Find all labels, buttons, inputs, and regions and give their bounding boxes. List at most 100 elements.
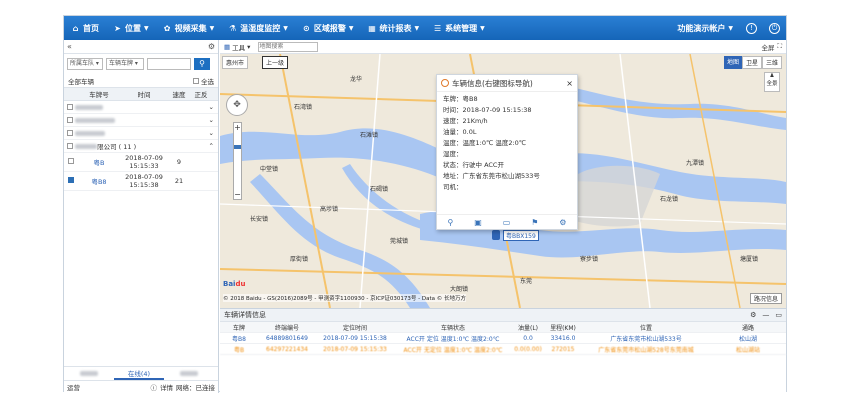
vehicle-info-popup: 车辆信息(右键图标导航) × 车牌：粤B8 时间：2018-07-09 15:1… [436,74,578,230]
row-time: 2018-07-09 15:15:33 [120,154,168,170]
collapse-icon[interactable]: « [67,42,72,51]
cell-time: 2018-07-09 15:15:38 [323,334,387,342]
table-row[interactable]: 粤B 64297221434 2018-07-09 15:15:33 ACC开 … [220,344,786,355]
chevron-down-icon: ▼ [144,24,149,32]
chevron-up-icon[interactable]: ⌃ [209,142,214,150]
vehicle-marker-label[interactable]: 粤BBX159 [503,230,539,241]
header-terminal: 终端编号 [274,324,299,332]
group-checkbox[interactable] [67,143,73,149]
home-icon: ⌂ [72,23,79,33]
company-group-row[interactable]: 限公司 ( 11 ) ⌃ [64,140,218,153]
nav-region-label: 区域报警 [313,23,346,33]
video-icon[interactable]: ▣ [474,218,482,227]
all-vehicles-label: 全部车辆 [68,77,94,86]
nav-temperature[interactable]: ⚗ 温湿度监控 ▼ [221,16,295,40]
flag-icon[interactable]: ⚑ [531,218,538,227]
chevron-down-icon[interactable]: ⌄ [209,103,214,111]
settings-icon: ☰ [434,23,442,33]
group-row[interactable]: ⌄ [64,114,218,127]
nav-reports-label: 统计报表 [379,23,412,33]
vehicle-marker-icon[interactable] [492,230,500,240]
table-row[interactable]: 粤B8 2018-07-09 15:15:38 21 [64,172,218,191]
city-tab[interactable]: 惠州市 [222,56,249,69]
location-icon: ➤ [114,23,121,33]
tab-3d[interactable]: 三维 [761,56,782,69]
popup-address: 地址：广东省东莞市松山湖533号 [443,171,540,180]
status-bar: 运营 ⓘ 详情 网络：已连接 [64,380,218,393]
group-row[interactable]: ⌄ [64,127,218,140]
status-detail[interactable]: 详情 [160,382,173,392]
tab-satellite[interactable]: 卫星 [741,56,762,69]
top-nav: ⌂ 首页 ➤ 位置 ▼ ✿ 视频采集 ▼ ⚗ 温湿度监控 ▼ ⊙ 区域报警 ▼ ▦ 统计报表 ▼ ☰ 系… [64,16,786,40]
nav-location[interactable]: ➤ 位置 ▼ [106,16,156,40]
group-checkbox[interactable] [67,130,73,136]
group-checkbox[interactable] [67,117,73,123]
place-label: 龙华 [350,76,363,83]
fleet-select[interactable]: 所属车队 ▾ [67,58,103,70]
search-button[interactable]: ⚲ [194,58,210,70]
row-speed: 21 [174,177,184,185]
table-row[interactable]: 粤B 2018-07-09 15:15:33 9 [64,153,218,172]
nav-reports[interactable]: ▦ 统计报表 ▼ [361,16,427,40]
nav-system-label: 系统管理 [445,23,478,33]
minimize-icon[interactable]: — [762,311,769,319]
cell-mileage: 272015 [551,345,575,353]
traffic-info-button[interactable]: 路况信息 [749,293,782,304]
zoom-handle[interactable] [234,145,241,149]
power-icon[interactable]: ⏻ [769,22,780,34]
pin-icon[interactable]: ⚲ [447,218,453,227]
nav-region-alarm[interactable]: ⊙ 区域报警 ▼ [295,16,361,40]
panel-header: « ⚙ [64,40,218,54]
panorama-button[interactable]: ♟ 全景 [764,72,780,92]
plate-select[interactable]: 车辆车牌 ▾ [106,58,144,70]
fullscreen-button[interactable]: 全屏 [761,42,774,52]
maximize-icon[interactable]: ▭ [775,311,782,319]
pan-control[interactable]: ✥ [226,94,248,116]
redacted-text [80,370,98,376]
tab-map[interactable]: 地图 [723,56,742,69]
cell-plate: 粤B8 [232,335,246,343]
row-checkbox[interactable] [68,177,74,183]
tab-offline[interactable] [164,370,214,378]
select-all-checkbox[interactable] [192,77,199,84]
group-checkbox[interactable] [67,104,73,110]
gear-icon[interactable]: ⚙ [750,311,756,319]
nav-system[interactable]: ☰ 系统管理 ▼ [426,16,492,40]
shield-icon[interactable]: ! [746,22,757,34]
playback-icon[interactable]: ▭ [503,218,511,227]
gear-icon[interactable]: ⚙ [208,42,215,51]
nav-video[interactable]: ✿ 视频采集 ▼ [156,16,222,40]
map-search-input[interactable] [258,41,319,52]
tab-all[interactable] [64,370,114,378]
group-row[interactable]: ⌄ [64,101,218,114]
map-canvas[interactable]: 惠州市 上一级 地图 卫星 三维 ♟ 全景 ✥ + − 石湾镇 龙华 石滩镇 九潭… [220,54,786,308]
nav-temperature-label: 温湿度监控 [240,23,281,33]
cell-mileage: 33416.0 [550,334,576,342]
close-icon[interactable]: × [566,79,573,88]
settings-icon[interactable]: ⚙ [559,218,566,227]
zoom-slider[interactable]: + − [233,122,242,200]
search-input[interactable] [147,58,191,70]
header-location: 位置 [639,324,652,332]
table-row[interactable]: 粤B8 64889801649 2018-07-09 15:15:38 ACC开… [220,333,786,344]
popup-status: 状态：行驶中 ACC开 [443,160,504,169]
tab-online[interactable]: 在线(4) [114,368,164,380]
tools-menu[interactable]: 工具 [232,42,245,52]
cell-fuel: 0.0 [523,334,533,342]
header-plate: 车牌 [232,324,245,332]
select-all[interactable]: 全选 [192,76,214,86]
account-menu[interactable]: 功能演示帐户 ▼ [670,16,740,40]
chevron-down-icon[interactable]: ⌄ [209,129,214,137]
header-fuel: 油量(L) [517,324,539,332]
header-speed: 速度 [172,91,186,99]
network-status: 网络：已连接 [176,384,215,392]
row-checkbox[interactable] [68,158,74,164]
nav-home[interactable]: ⌂ 首页 [64,16,106,40]
zoom-out-icon[interactable]: − [234,190,241,199]
panorama-label: 全景 [766,81,778,87]
cell-terminal: 64297221434 [266,345,308,353]
zoom-in-icon[interactable]: + [234,123,241,132]
up-level-tab[interactable]: 上一级 [262,56,289,69]
chevron-down-icon[interactable]: ⌄ [209,116,214,124]
expand-icon[interactable]: ⛶ [777,42,782,51]
